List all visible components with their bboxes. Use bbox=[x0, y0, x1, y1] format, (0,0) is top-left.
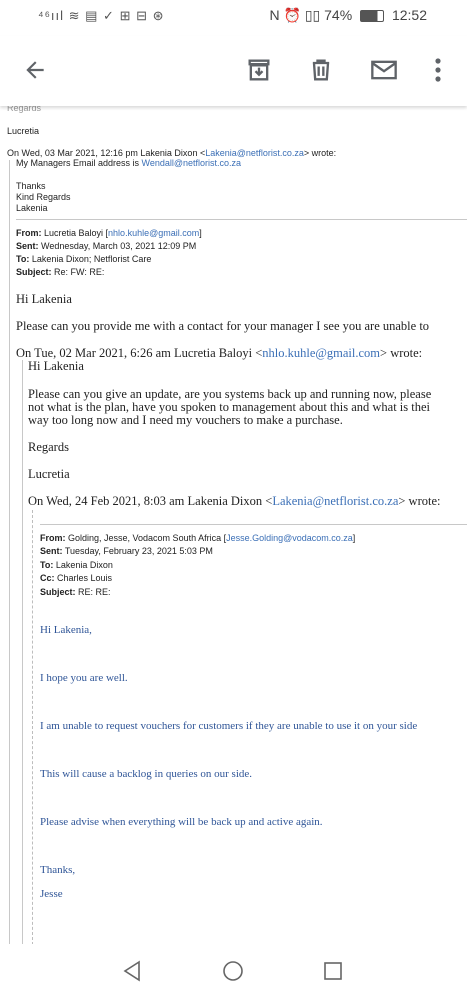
from-email-link[interactable]: nhlo.kuhle@gmail.com bbox=[108, 228, 199, 238]
q-subject-line: Subject: RE: RE: bbox=[40, 587, 111, 597]
from-line: From: Lucretia Baloyi [nhlo.kuhle@gmail.… bbox=[16, 228, 202, 238]
q-backlog: This will cause a backlog in queries on … bbox=[40, 768, 253, 780]
update-line-3: way too long now and I need my vouchers … bbox=[28, 413, 343, 427]
please-provide-text: Please can you provide me with a contact… bbox=[16, 319, 430, 333]
q-thanks: Thanks, bbox=[40, 864, 76, 876]
greeting: Hi Lakenia bbox=[16, 292, 72, 306]
clock: 12:52 bbox=[391, 7, 427, 23]
header-divider-2 bbox=[40, 524, 467, 525]
quote-border-2 bbox=[22, 360, 23, 945]
status-left-icons: ⁴⁶ııl ≋ ▤ ✓ ⊞ ⊟ ⊛ bbox=[38, 8, 165, 23]
q-from-email-link[interactable]: Jesse.Golding@vodacom.co.za bbox=[226, 533, 353, 543]
q-to-line: To: Lakenia Dixon bbox=[40, 560, 113, 570]
on-tue-email-link[interactable]: nhlo.kuhle@gmail.com bbox=[262, 346, 380, 360]
battery-icon bbox=[360, 10, 385, 23]
q-advise: Please advise when everything will be ba… bbox=[40, 816, 323, 828]
regards-text: Regards bbox=[28, 440, 69, 454]
trash-icon[interactable] bbox=[303, 52, 339, 88]
status-right-icons: N ⏰ ▯▯ bbox=[269, 7, 321, 23]
q-greeting: Hi Lakenia, bbox=[40, 624, 92, 636]
q-unable: I am unable to request vouchers for cust… bbox=[40, 720, 418, 732]
email-toolbar bbox=[0, 36, 467, 106]
on-wed-email-link[interactable]: Lakenia@netflorist.co.za bbox=[272, 494, 398, 508]
greeting-2: Hi Lakenia bbox=[28, 359, 84, 373]
nav-recents-icon[interactable] bbox=[323, 960, 343, 987]
nav-back-icon[interactable] bbox=[122, 960, 142, 987]
quote-border-3 bbox=[32, 510, 33, 945]
quote-border-1 bbox=[9, 160, 10, 945]
more-vert-icon[interactable] bbox=[420, 52, 456, 88]
status-bar: ⁴⁶ııl ≋ ▤ ✓ ⊞ ⊟ ⊛ N ⏰ ▯▯ 74% 12:52 bbox=[0, 0, 467, 36]
thanks-text: Thanks bbox=[16, 181, 46, 191]
managers-line: My Managers Email address is Wendall@net… bbox=[16, 158, 242, 168]
sent-line: Sent: Wednesday, March 03, 2021 12:09 PM bbox=[16, 241, 197, 251]
signoff-name: Lucretia bbox=[7, 126, 40, 136]
wrote-line-1-email[interactable]: Lakenia@netflorist.co.za bbox=[205, 148, 304, 158]
subject-line: Subject: Re: FW: RE: bbox=[16, 267, 105, 277]
kind-regards-text: Kind Regards bbox=[16, 192, 71, 202]
q-jesse: Jesse bbox=[40, 888, 63, 900]
back-arrow-icon[interactable] bbox=[17, 52, 53, 88]
q-from-line: From: Golding, Jesse, Vodacom South Afri… bbox=[40, 533, 356, 543]
wrote-line-1: On Wed, 03 Mar 2021, 12:16 pm Lakenia Di… bbox=[7, 148, 337, 158]
lucretia-sig: Lucretia bbox=[28, 467, 70, 481]
header-divider-1 bbox=[16, 219, 467, 220]
on-wed-wrote: On Wed, 24 Feb 2021, 8:03 am Lakenia Dix… bbox=[28, 494, 441, 508]
system-nav-bar bbox=[0, 944, 467, 1000]
battery-percent: 74% bbox=[324, 7, 353, 23]
to-line: To: Lakenia Dixon; Netflorist Care bbox=[16, 254, 152, 264]
q-hope: I hope you are well. bbox=[40, 672, 128, 684]
q-cc-line: Cc: Charles Louis bbox=[40, 573, 113, 583]
managers-email-link[interactable]: Wendall@netflorist.co.za bbox=[142, 158, 242, 168]
lakenia-sig: Lakenia bbox=[16, 203, 48, 213]
q-sent-line: Sent: Tuesday, February 23, 2021 5:03 PM bbox=[40, 546, 213, 556]
archive-icon[interactable] bbox=[241, 52, 277, 88]
nav-home-icon[interactable] bbox=[222, 960, 244, 987]
mail-icon[interactable] bbox=[366, 52, 402, 88]
status-right: N ⏰ ▯▯ 74% 12:52 bbox=[270, 7, 427, 24]
